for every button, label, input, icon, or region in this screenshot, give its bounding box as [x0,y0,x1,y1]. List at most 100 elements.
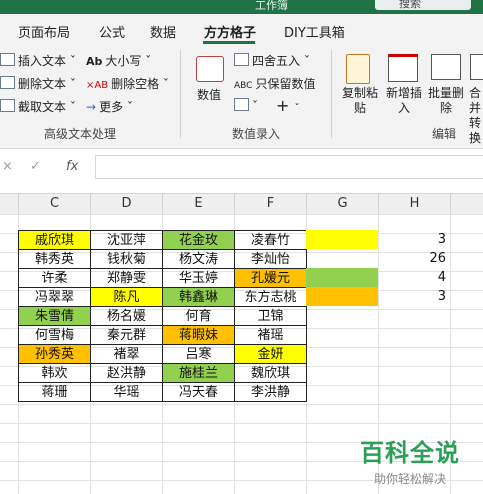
batch-delete-icon [431,54,461,80]
legend-color-cell[interactable] [306,249,378,268]
name-cell[interactable]: 褚瑶 [234,325,306,344]
name-cell[interactable]: 冯天春 [162,382,234,401]
column-header-e[interactable]: E [162,194,234,214]
merge-convert-button[interactable]: 合并转换 [469,86,483,146]
number-entry-icon [196,56,224,82]
column-header-c[interactable]: C [18,194,90,214]
name-cell[interactable]: 杨名媛 [90,306,162,325]
column-header-f[interactable]: F [234,194,306,214]
name-cell[interactable]: 蒋暇妹 [162,325,234,344]
arrow-right-icon: → [86,100,97,114]
delete-space-icon: ×AB [86,80,109,91]
name-cell[interactable]: 冯翠翠 [18,287,90,306]
name-cell[interactable]: 李洪静 [234,382,306,401]
name-cell[interactable]: 韩秀英 [18,249,90,268]
name-cell[interactable]: 韩鑫琳 [162,287,234,306]
name-cell[interactable]: 赵洪静 [90,363,162,382]
case-button[interactable]: Ab 大小写 ˇ [86,52,151,69]
insert-text-button[interactable]: 插入文本 ˇ [0,52,76,69]
name-cell[interactable]: 李灿怡 [234,249,306,268]
abc-icon: ABC [234,81,253,91]
name-cell[interactable]: 何雪梅 [18,325,90,344]
name-cell[interactable]: 施桂兰 [162,363,234,382]
formula-bar: × ✓ fx [0,149,483,185]
name-cell[interactable]: 秦元群 [90,325,162,344]
name-cell[interactable]: 郑静雯 [90,268,162,287]
delete-text-button[interactable]: 删除文本 ˇ [0,75,76,92]
name-cell[interactable]: 韩欢 [18,363,90,382]
name-cell[interactable]: 金妍 [234,344,306,363]
number-group-label: 数值录入 [232,127,281,141]
tab-diy-toolbox[interactable]: DIY工具箱 [284,22,345,41]
column-header-h[interactable]: H [378,194,450,214]
name-cell[interactable]: 杨文涛 [162,249,234,268]
count-cell[interactable]: 26 [378,249,450,268]
number-button[interactable]: 数值 [197,86,221,103]
watermark-logo: 百科全说 助你轻松解决 [360,433,460,487]
tab-page-layout[interactable]: 页面布局 [18,22,70,41]
paste-icon [346,54,370,84]
name-cell[interactable]: 陈凡 [90,287,162,306]
keep-values-button[interactable]: ABC 只保留数值 [234,75,315,92]
ribbon: 插入文本 ˇ 删除文本 ˇ 截取文本 ˇ Ab 大小写 ˇ ×AB 删除空格 ˇ →… [0,44,483,149]
name-cell[interactable]: 孙秀英 [18,344,90,363]
name-cell[interactable]: 华玉婷 [162,268,234,287]
formula-input[interactable] [95,155,483,179]
group-separator [331,50,332,138]
name-cell[interactable]: 钱秋菊 [90,249,162,268]
name-cell[interactable]: 东方志桃 [234,287,306,306]
case-icon: Ab [86,55,103,68]
watermark-subtitle: 助你轻松解决 [373,472,446,486]
name-cell[interactable]: 孔媛元 [234,268,306,287]
name-cell[interactable]: 戚欣琪 [18,230,90,249]
name-cell[interactable]: 卫锦 [234,306,306,325]
count-cell[interactable]: 3 [378,287,450,306]
cancel-icon[interactable]: × [2,159,13,174]
extract-text-button[interactable]: 截取文本 ˇ [0,98,76,115]
legend-color-cell[interactable] [306,230,378,249]
delete-space-button[interactable]: ×AB 删除空格 ˇ [86,75,169,92]
name-cell[interactable]: 花金玫 [162,230,234,249]
add-insert-button[interactable]: 新增插入 [384,86,424,116]
edit-tools-button[interactable]: ˇ [234,98,258,113]
column-header-g[interactable]: G [306,194,378,214]
merge-convert-icon [470,54,483,80]
delete-text-icon [0,76,15,89]
tab-data[interactable]: 数据 [150,22,176,41]
count-cell[interactable]: 4 [378,268,450,287]
legend-color-cell[interactable] [306,268,378,287]
name-cell[interactable]: 褚翠 [90,344,162,363]
name-cell[interactable]: 华瑶 [90,382,162,401]
search-box[interactable]: 搜索 [375,0,471,10]
column-header-i[interactable] [450,194,483,214]
batch-delete-button[interactable]: 批量删除 [426,86,466,116]
name-cell[interactable]: 凌春竹 [234,230,306,249]
insert-rows-icon [388,54,418,82]
group-separator [180,50,181,138]
round-button[interactable]: 四舍五入 ˇ [234,52,310,69]
window-title: 工作簿 [255,0,288,12]
copy-paste-button[interactable]: 复制粘贴 [340,86,380,116]
search-label: 搜索 [399,0,421,10]
name-cell[interactable]: 何育 [162,306,234,325]
name-cell[interactable]: 沈亚萍 [90,230,162,249]
tab-fangfang[interactable]: 方方格子 [204,22,256,41]
name-cell[interactable]: 蒋珊 [18,382,90,401]
insert-text-icon [0,53,15,66]
legend-color-cell[interactable] [306,287,378,306]
edit-group-label: 编辑 [432,127,457,141]
confirm-icon[interactable]: ✓ [30,159,41,174]
more-button[interactable]: → 更多 ˇ [86,98,133,115]
text-group-label: 高级文本处理 [44,127,117,141]
count-cell[interactable]: 3 [378,230,450,249]
name-cell[interactable]: 魏欣琪 [234,363,306,382]
watermark-title: 百科全说 [360,439,460,467]
column-header-d[interactable]: D [90,194,162,214]
name-cell[interactable]: 许柔 [18,268,90,287]
fx-icon[interactable]: fx [66,159,78,174]
name-cell[interactable]: 吕寒 [162,344,234,363]
title-bar: 工作簿 搜索 [0,0,483,14]
plus-button[interactable]: + ˇ [276,96,300,115]
tab-formulas[interactable]: 公式 [99,22,125,41]
name-cell[interactable]: 朱雪倩 [18,306,90,325]
